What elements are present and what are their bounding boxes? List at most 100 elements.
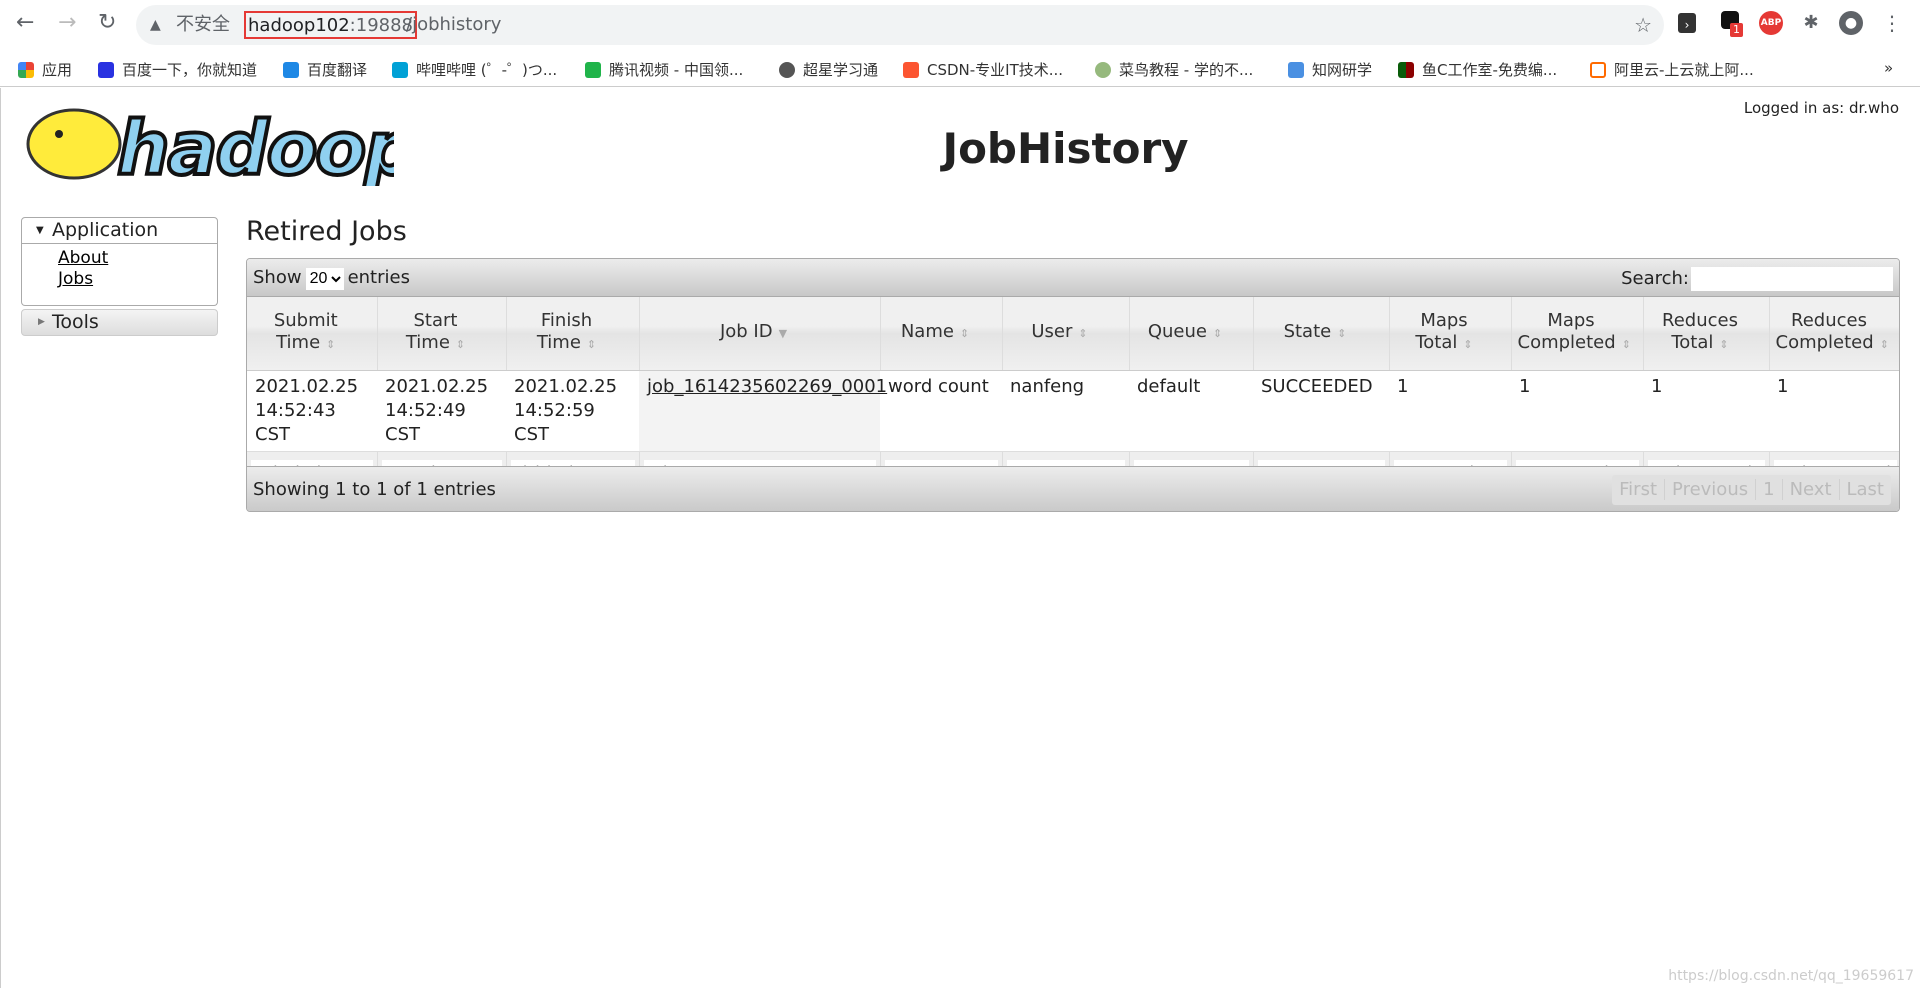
bookmark-apps[interactable]: 应用 <box>18 59 72 80</box>
extension-badge-icon[interactable]: 1 <box>1718 11 1743 37</box>
extensions-puzzle-icon[interactable]: ✱ <box>1799 11 1823 35</box>
cnki-icon <box>1288 62 1304 78</box>
job-id-link[interactable]: job_1614235602269_0001 <box>647 376 887 397</box>
bookmark-label: 阿里云-上云就上阿... <box>1614 61 1754 79</box>
bookmark-tencent-video[interactable]: 腾讯视频 - 中国领... <box>585 59 743 80</box>
sort-icon: ⇕ <box>1078 327 1088 341</box>
page-size-select[interactable]: 20 <box>305 267 344 290</box>
next-button[interactable]: Next <box>1782 479 1840 500</box>
bookmark-label: 腾讯视频 - 中国领... <box>609 61 744 79</box>
column-header-user[interactable]: User ⇕ <box>1002 297 1130 371</box>
tencent-video-icon <box>585 62 601 78</box>
column-label: Name <box>900 321 954 343</box>
cell-state: SUCCEEDED <box>1261 375 1373 397</box>
column-header-queue[interactable]: Queue ⇕ <box>1129 297 1254 371</box>
show-label: Show <box>253 267 302 288</box>
bookmark-chaoxing[interactable]: 超星学习通 <box>779 59 878 80</box>
column-header-submit-time[interactable]: Submit Time ⇕ <box>247 297 378 371</box>
column-header-maps-total[interactable]: Maps Total ⇕ <box>1389 297 1512 371</box>
cell-start-time: 2021.02.25 14:52:49 CST <box>385 375 489 445</box>
column-label: Maps Completed <box>1517 310 1616 354</box>
insecure-label: 不安全 <box>176 14 230 35</box>
column-header-reduces-completed[interactable]: Reduces Completed ⇕ <box>1769 297 1899 371</box>
column-header-start-time[interactable]: Start Time ⇕ <box>377 297 507 371</box>
column-label: Queue <box>1147 321 1207 343</box>
sort-icon: ⇕ <box>1463 338 1473 352</box>
column-header-name[interactable]: Name ⇕ <box>880 297 1003 371</box>
column-label: Maps Total <box>1415 310 1468 354</box>
triangle-down-icon: ▼ <box>36 225 44 236</box>
bookmark-fishc[interactable]: 鱼C工作室-免费编... <box>1398 59 1557 80</box>
logged-in-user: Logged in as: dr.who <box>1743 99 1899 117</box>
bookmark-cnki[interactable]: 知网研学 <box>1288 59 1372 80</box>
pagination: First Previous 1 Next Last <box>1612 475 1891 505</box>
bookmark-csdn[interactable]: CSDN-专业IT技术... <box>903 59 1063 80</box>
sort-icon: ⇕ <box>1337 327 1347 341</box>
application-header[interactable]: ▼ Application <box>21 217 218 244</box>
bookmark-runoob[interactable]: 菜鸟教程 - 学的不... <box>1095 59 1253 80</box>
sort-icon: ⇕ <box>326 338 336 352</box>
bookmark-baidu[interactable]: 百度一下，你就知道 <box>98 59 257 80</box>
bookmark-baidu-translate[interactable]: 百度翻译 <box>283 59 367 80</box>
column-label: Job ID <box>719 321 773 343</box>
url-highlight: hadoop102:19888 <box>244 11 417 39</box>
bookmark-label: CSDN-专业IT技术... <box>927 61 1064 79</box>
previous-button[interactable]: Previous <box>1665 479 1757 500</box>
sidebar-item-about[interactable]: About <box>58 248 217 269</box>
cell-reduces-total: 1 <box>1651 375 1663 397</box>
cell-user: nanfeng <box>1010 375 1085 397</box>
first-button[interactable]: First <box>1612 479 1666 500</box>
menu-kebab-icon[interactable]: ⋮ <box>1880 11 1904 35</box>
fishc-icon <box>1398 62 1414 78</box>
column-label: Reduces Completed <box>1775 310 1874 354</box>
last-button[interactable]: Last <box>1840 479 1892 500</box>
column-label: State <box>1283 321 1332 343</box>
browser-toolbar: ← → ↻ ▲ 不安全 hadoop102:19888 /jobhistory … <box>0 0 1920 50</box>
table-footer: Showing 1 to 1 of 1 entries First Previou… <box>247 466 1899 511</box>
sort-icon: ⇕ <box>1719 338 1729 352</box>
bilibili-icon <box>392 62 408 78</box>
extension-icon[interactable]: › <box>1678 13 1696 33</box>
page-title: JobHistory <box>942 124 1189 173</box>
table-info: Showing 1 to 1 of 1 entries <box>253 479 496 500</box>
bookmarks-more[interactable]: » <box>1884 59 1893 77</box>
bookmark-label: 应用 <box>42 61 73 79</box>
column-header-state[interactable]: State ⇕ <box>1253 297 1390 371</box>
bookmark-aliyun[interactable]: 阿里云-上云就上阿... <box>1590 59 1754 80</box>
bookmark-label: 百度一下，你就知道 <box>122 61 258 79</box>
page-1-button[interactable]: 1 <box>1756 479 1783 500</box>
sort-icon: ⇕ <box>1212 327 1223 341</box>
column-header-maps-completed[interactable]: Maps Completed ⇕ <box>1511 297 1644 371</box>
back-icon[interactable]: ← <box>16 10 34 35</box>
aliyun-icon <box>1590 62 1606 78</box>
bookmark-bilibili[interactable]: 哔哩哔哩 (゜-゜)つ... <box>392 59 557 80</box>
reload-icon[interactable]: ↻ <box>98 10 116 35</box>
sidebar-tools[interactable]: ▶ Tools <box>21 309 218 336</box>
search-input[interactable] <box>1691 267 1893 291</box>
bookmark-star-icon[interactable]: ☆ <box>1634 5 1652 45</box>
sort-icon: ⇕ <box>1621 338 1631 352</box>
url-port: :19888 <box>349 15 413 36</box>
sidebar-item-jobs[interactable]: Jobs <box>58 269 217 290</box>
address-bar[interactable]: ▲ 不安全 hadoop102:19888 /jobhistory ☆ <box>136 5 1664 45</box>
bookmark-label: 菜鸟教程 - 学的不... <box>1119 61 1254 79</box>
table-toolbar: Show 20 entries Search: <box>247 259 1899 297</box>
translate-icon <box>283 62 299 78</box>
bookmarks-bar: 应用 百度一下，你就知道 百度翻译 哔哩哔哩 (゜-゜)つ... 腾讯视频 - … <box>0 50 1920 87</box>
column-header-job-id[interactable]: Job ID ▼ <box>639 297 881 371</box>
runoob-icon <box>1095 62 1111 78</box>
sort-icon: ⇕ <box>455 338 466 352</box>
url-path: /jobhistory <box>406 14 502 35</box>
profile-avatar-icon[interactable]: ● <box>1839 11 1863 35</box>
sort-icon: ⇕ <box>959 327 970 341</box>
column-header-finish-time[interactable]: Finish Time ⇕ <box>506 297 640 371</box>
watermark: https://blog.csdn.net/qq_19659617 <box>1668 968 1914 984</box>
adblock-icon[interactable]: ABP <box>1759 11 1783 35</box>
search-label: Search: <box>1621 268 1689 289</box>
forward-icon[interactable]: → <box>58 10 76 35</box>
baidu-icon <box>98 62 114 78</box>
column-header-reduces-total[interactable]: Reduces Total ⇕ <box>1643 297 1770 371</box>
application-label: Application <box>52 219 159 241</box>
triangle-right-icon: ▶ <box>38 317 45 327</box>
bookmark-label: 知网研学 <box>1312 61 1373 79</box>
